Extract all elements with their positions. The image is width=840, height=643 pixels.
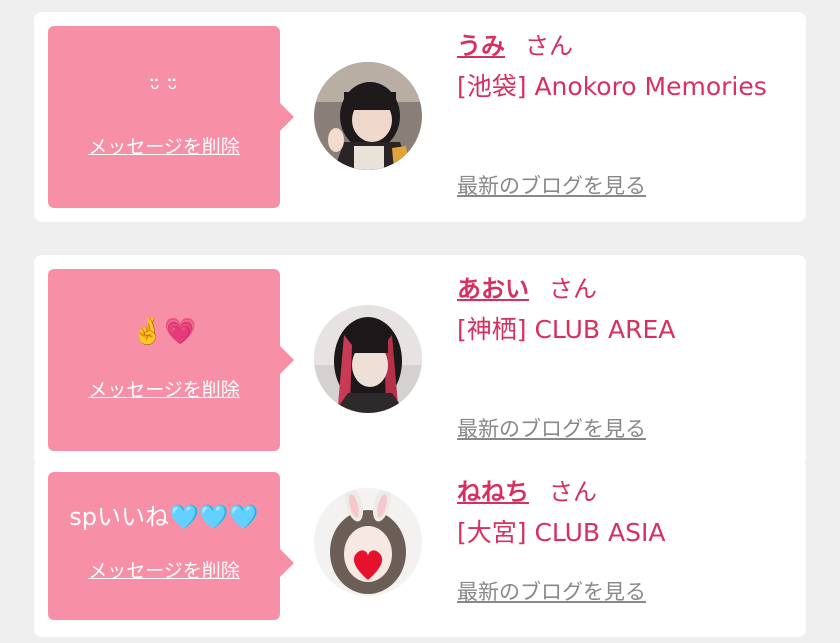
message-bubble: ᵕ̈ ᵕ̈ メッセージを削除	[48, 26, 294, 208]
message-text: 🤞💗	[131, 317, 197, 347]
honorific: さん	[525, 32, 573, 60]
avatar[interactable]	[314, 62, 422, 170]
profile-name-link[interactable]: あおい	[457, 275, 529, 303]
message-text: ᵕ̈ ᵕ̈	[150, 75, 178, 103]
shop-name: [大宮] CLUB ASIA	[457, 518, 666, 547]
latest-blog-link[interactable]: 最新のブログを見る	[457, 170, 646, 200]
profile-info: ねねち さん [大宮] CLUB ASIA	[457, 472, 787, 554]
avatar[interactable]	[314, 488, 422, 596]
delete-message-link[interactable]: メッセージを削除	[48, 132, 280, 159]
message-bubble: spいいね🩵🩵🩵 メッセージを削除	[48, 472, 294, 620]
latest-blog-link[interactable]: 最新のブログを見る	[457, 576, 646, 606]
avatar-photo	[314, 62, 422, 170]
message-card: 🤞💗 メッセージを削除 あおい さん [神栖] CLUB AREA 最新のブログを…	[34, 255, 806, 465]
shop-name: [神栖] CLUB AREA	[457, 315, 676, 344]
profile-name-link[interactable]: ねねち	[457, 478, 529, 506]
delete-message-link[interactable]: メッセージを削除	[48, 375, 280, 402]
message-text: spいいね🩵🩵🩵	[69, 503, 259, 531]
avatar[interactable]	[314, 305, 422, 413]
latest-blog-link[interactable]: 最新のブログを見る	[457, 413, 646, 443]
profile-name-link[interactable]: うみ	[457, 32, 505, 60]
delete-message-link[interactable]: メッセージを削除	[48, 556, 280, 583]
message-card: ᵕ̈ ᵕ̈ メッセージを削除 うみ さん [池袋] Anokoro Memorie…	[34, 12, 806, 222]
honorific: さん	[549, 275, 597, 303]
profile-info: あおい さん [神栖] CLUB AREA	[457, 269, 787, 351]
message-card: spいいね🩵🩵🩵 メッセージを削除 ねねち さん [大宮] CLUB ASIA 最…	[34, 458, 806, 637]
honorific: さん	[549, 478, 597, 506]
avatar-photo	[314, 305, 422, 413]
profile-info: うみ さん [池袋] Anokoro Memories	[457, 26, 787, 108]
avatar-photo	[314, 488, 422, 596]
shop-name: [池袋] Anokoro Memories	[457, 72, 767, 101]
message-bubble: 🤞💗 メッセージを削除	[48, 269, 294, 451]
